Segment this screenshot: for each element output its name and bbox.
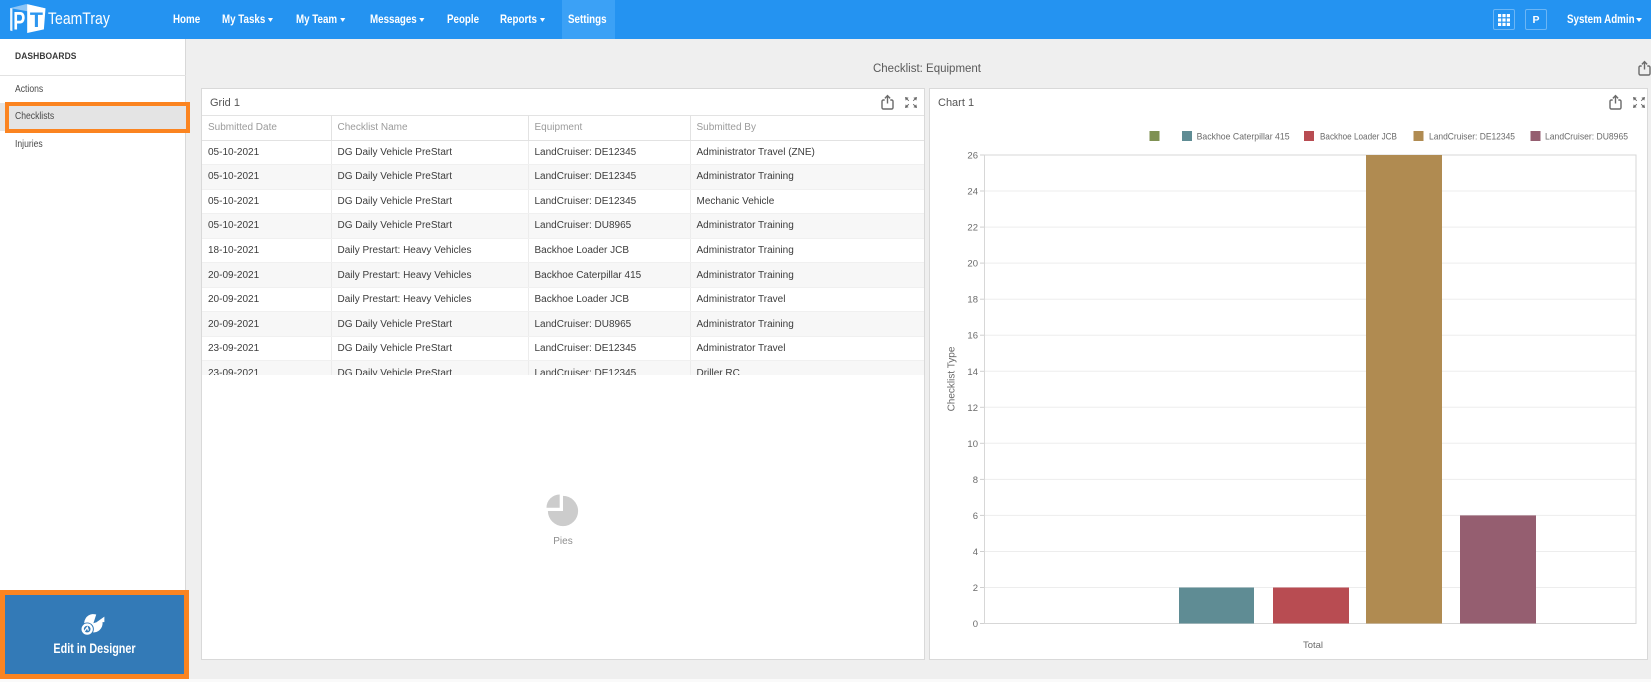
svg-text:6: 6 xyxy=(973,511,978,522)
svg-text:LandCruiser: DE12345: LandCruiser: DE12345 xyxy=(1429,132,1515,143)
svg-text:T: T xyxy=(30,9,43,32)
svg-text:24: 24 xyxy=(967,187,978,198)
svg-text:4: 4 xyxy=(973,547,978,558)
svg-text:8: 8 xyxy=(973,475,978,486)
svg-text:Backhoe Loader JCB: Backhoe Loader JCB xyxy=(1320,132,1397,143)
svg-text:26: 26 xyxy=(967,151,978,162)
svg-text:18: 18 xyxy=(967,295,978,306)
svg-text:22: 22 xyxy=(967,223,978,234)
svg-text:Total: Total xyxy=(1303,640,1323,651)
svg-text:14: 14 xyxy=(967,367,978,378)
svg-text:Backhoe Caterpillar 415: Backhoe Caterpillar 415 xyxy=(1197,132,1290,143)
svg-text:P: P xyxy=(13,6,25,35)
svg-text:0: 0 xyxy=(973,619,978,630)
svg-text:LandCruiser: DU8965: LandCruiser: DU8965 xyxy=(1545,132,1628,143)
svg-text:20: 20 xyxy=(967,259,978,270)
svg-text:2: 2 xyxy=(973,583,978,594)
svg-text:Checklist Type: Checklist Type xyxy=(947,346,958,411)
svg-text:12: 12 xyxy=(967,403,978,414)
svg-text:10: 10 xyxy=(967,439,978,450)
svg-text:16: 16 xyxy=(967,331,978,342)
